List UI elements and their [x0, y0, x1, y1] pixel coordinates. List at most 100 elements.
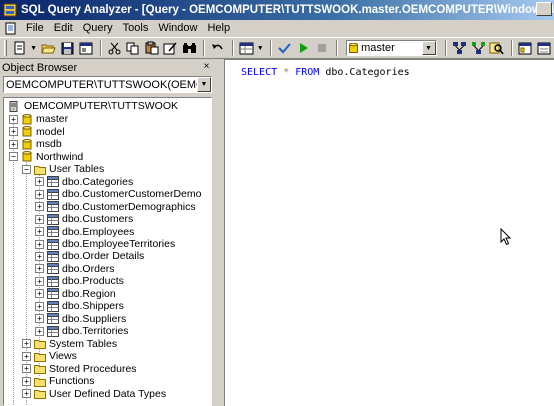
- close-icon[interactable]: ×: [201, 62, 212, 73]
- tree-node-label: model: [36, 125, 65, 138]
- find-binoculars-icon[interactable]: [180, 39, 198, 57]
- object-browser-pane: Object Browser × OEMCOMPUTER\TUTTSWOOK(O…: [0, 59, 216, 406]
- tree-node-label: Northwind: [36, 150, 84, 163]
- tree-node-label: dbo.Orders: [62, 262, 115, 275]
- expand-icon[interactable]: +: [35, 251, 44, 261]
- database-dropdown-icon[interactable]: ▼: [421, 41, 436, 55]
- object-search-icon[interactable]: [535, 39, 553, 57]
- menu-tools[interactable]: Tools: [118, 21, 154, 36]
- server-dropdown-icon[interactable]: ▼: [197, 77, 211, 92]
- clear-window-icon[interactable]: [162, 39, 180, 57]
- show-results-pane-icon[interactable]: [488, 39, 506, 57]
- expand-icon[interactable]: +: [22, 364, 31, 374]
- tree-node-table[interactable]: + dbo.Shippers: [35, 300, 124, 313]
- expand-icon[interactable]: +: [35, 301, 44, 311]
- object-browser-title: Object Browser: [2, 61, 78, 74]
- table-icon: [47, 213, 59, 225]
- execute-query-icon[interactable]: [295, 39, 313, 57]
- minimize-button[interactable]: [536, 2, 552, 16]
- pane-splitter[interactable]: [216, 59, 224, 406]
- display-execution-plan-icon[interactable]: [451, 39, 469, 57]
- folder-icon: [34, 340, 46, 350]
- expand-icon[interactable]: +: [9, 114, 18, 124]
- cut-icon[interactable]: [106, 39, 124, 57]
- sql-star: *: [283, 67, 290, 78]
- tree-node-table[interactable]: + dbo.Products: [35, 275, 124, 288]
- open-folder-icon[interactable]: [40, 39, 58, 57]
- menu-help[interactable]: Help: [202, 21, 235, 36]
- tree-node-table[interactable]: + dbo.Employees: [35, 225, 134, 238]
- tree-node-database-msdb[interactable]: + msdb: [9, 138, 62, 151]
- tree-node-table[interactable]: + dbo.Territories: [35, 325, 129, 338]
- new-query-dropdown-icon[interactable]: ▼: [30, 39, 38, 57]
- menu-edit[interactable]: Edit: [49, 21, 78, 36]
- tree-node-views[interactable]: + Views: [22, 350, 77, 363]
- object-browser-toggle-icon[interactable]: [517, 39, 535, 57]
- tree-node-label: dbo.Customers: [62, 213, 134, 226]
- table-icon: [47, 313, 59, 325]
- expand-icon[interactable]: +: [35, 202, 44, 212]
- tree-node-stored-procedures[interactable]: + Stored Procedures: [22, 362, 137, 375]
- tree-node-system-tables[interactable]: + System Tables: [22, 338, 117, 351]
- expand-icon[interactable]: +: [35, 239, 44, 249]
- tree-node-table[interactable]: + dbo.Order Details: [35, 250, 144, 263]
- results-grid-icon[interactable]: [238, 39, 256, 57]
- expand-icon[interactable]: +: [35, 326, 44, 336]
- expand-icon[interactable]: +: [9, 127, 18, 137]
- insert-template-icon[interactable]: [77, 39, 95, 57]
- expand-icon[interactable]: +: [35, 289, 44, 299]
- menu-window[interactable]: Window: [153, 21, 202, 36]
- expand-icon[interactable]: +: [35, 276, 44, 286]
- expand-icon[interactable]: +: [22, 376, 31, 386]
- expand-icon[interactable]: +: [35, 214, 44, 224]
- save-icon[interactable]: [58, 39, 76, 57]
- copy-icon[interactable]: [124, 39, 142, 57]
- undo-icon[interactable]: [209, 39, 227, 57]
- expand-icon[interactable]: +: [35, 264, 44, 274]
- expand-icon[interactable]: +: [35, 189, 44, 199]
- tree-node-label: Views: [49, 350, 77, 363]
- results-mode-dropdown-icon[interactable]: ▼: [256, 39, 264, 57]
- tree-node-label: dbo.Employees: [62, 225, 135, 238]
- tree-node-table[interactable]: + dbo.Suppliers: [35, 312, 126, 325]
- tree-node-database-model[interactable]: + model: [9, 126, 65, 139]
- tree-node-server[interactable]: OEMCOMPUTER\TUTTSWOOK: [8, 100, 179, 113]
- tree-node-user-defined-data-types[interactable]: + User Defined Data Types: [22, 387, 166, 400]
- collapse-icon[interactable]: −: [22, 164, 31, 174]
- index-tuning-icon[interactable]: [469, 39, 487, 57]
- expand-icon[interactable]: +: [35, 177, 44, 187]
- menu-file[interactable]: File: [21, 21, 49, 36]
- parse-query-check-icon[interactable]: [276, 39, 294, 57]
- toolbar-grip[interactable]: [4, 40, 7, 56]
- menu-query[interactable]: Query: [78, 21, 118, 36]
- table-icon: [47, 288, 59, 300]
- tree-node-table[interactable]: + dbo.Orders: [35, 263, 115, 276]
- tree-node-database-northwind[interactable]: − Northwind: [9, 151, 83, 164]
- tree-node-label: User Tables: [49, 163, 105, 176]
- server-selector[interactable]: OEMCOMPUTER\TUTTSWOOK(OEMCOMPUTER\Window…: [3, 76, 212, 93]
- tree-node-label: dbo.CustomerDemographics: [62, 200, 196, 213]
- tree-node-user-tables[interactable]: − User Tables: [22, 163, 104, 176]
- tree-node-database-master[interactable]: + master: [9, 113, 68, 126]
- expand-icon[interactable]: +: [22, 389, 31, 399]
- tree-node-table[interactable]: + dbo.CustomerCustomerDemo: [35, 188, 201, 201]
- database-selector[interactable]: master ▼: [346, 40, 437, 56]
- expand-icon[interactable]: +: [22, 339, 31, 349]
- tree-node-table[interactable]: + dbo.Categories: [35, 176, 133, 189]
- query-editor[interactable]: SELECT * FROM dbo.Categories: [224, 59, 554, 406]
- tree-node-table[interactable]: + dbo.Customers: [35, 213, 133, 226]
- tree-node-table[interactable]: + dbo.CustomerDemographics: [35, 200, 196, 213]
- cancel-query-icon[interactable]: [313, 39, 331, 57]
- expand-icon[interactable]: +: [35, 227, 44, 237]
- collapse-icon[interactable]: −: [9, 152, 18, 162]
- paste-icon[interactable]: [143, 39, 161, 57]
- tree-node-table[interactable]: + dbo.EmployeeTerritories: [35, 238, 175, 251]
- document-icon[interactable]: [4, 22, 18, 35]
- expand-icon[interactable]: +: [22, 351, 31, 361]
- expand-icon[interactable]: +: [35, 314, 44, 324]
- new-query-icon[interactable]: [11, 39, 29, 57]
- tree-node-table[interactable]: + dbo.Region: [35, 288, 116, 301]
- expand-icon[interactable]: +: [9, 139, 18, 149]
- tree-node-functions[interactable]: + Functions: [22, 375, 95, 388]
- database-selector-value: master: [361, 42, 395, 54]
